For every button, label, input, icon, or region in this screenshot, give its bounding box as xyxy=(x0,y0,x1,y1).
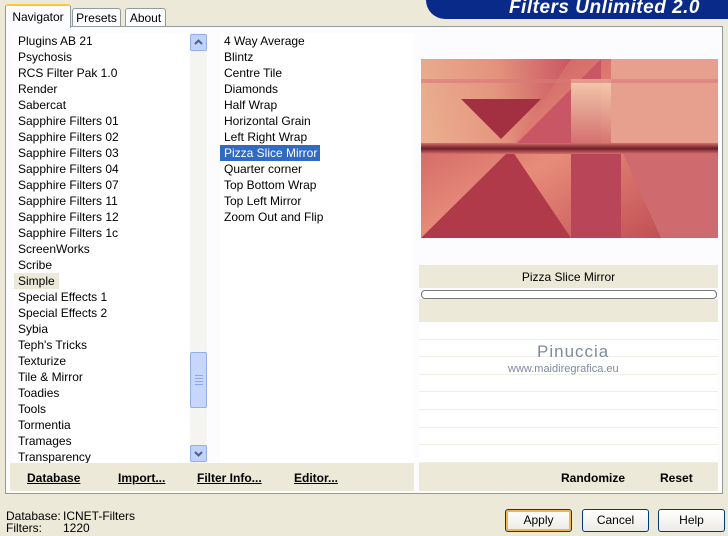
tab-presets[interactable]: Presets xyxy=(72,8,121,27)
category-item[interactable]: Scribe xyxy=(14,257,190,273)
scroll-up-button[interactable] xyxy=(190,34,207,51)
chevron-down-icon xyxy=(194,451,203,457)
category-item[interactable]: Sapphire Filters 11 xyxy=(14,193,190,209)
category-item[interactable]: RCS Filter Pak 1.0 xyxy=(14,65,190,81)
editor-button[interactable]: Editor... xyxy=(294,471,338,485)
filters-label: Filters: xyxy=(6,521,42,535)
category-item[interactable]: Teph's Tricks xyxy=(14,337,190,353)
category-item[interactable]: Toadies xyxy=(14,385,190,401)
progress-bar xyxy=(421,290,717,299)
category-item[interactable]: Special Effects 1 xyxy=(14,289,190,305)
tab-about[interactable]: About xyxy=(125,8,166,27)
category-item[interactable]: Sapphire Filters 04 xyxy=(14,161,190,177)
chevron-up-icon xyxy=(194,39,203,45)
tab-navigator[interactable]: Navigator xyxy=(5,4,71,28)
filter-item[interactable]: Top Left Mirror xyxy=(220,193,414,209)
category-item[interactable]: Sapphire Filters 01 xyxy=(14,113,190,129)
category-item[interactable]: Special Effects 2 xyxy=(14,305,190,321)
category-item[interactable]: Texturize xyxy=(14,353,190,369)
category-item[interactable]: Sapphire Filters 02 xyxy=(14,129,190,145)
category-item[interactable]: Plugins AB 21 xyxy=(14,33,190,49)
category-item[interactable]: Sapphire Filters 07 xyxy=(14,177,190,193)
import-button[interactable]: Import... xyxy=(118,471,165,485)
preview-filter-name: Pizza Slice Mirror xyxy=(521,270,616,284)
cancel-button[interactable]: Cancel xyxy=(582,509,649,532)
category-item[interactable]: Sapphire Filters 1c xyxy=(14,225,190,241)
database-button[interactable]: Database xyxy=(27,471,80,485)
category-item[interactable]: Tormentia xyxy=(14,417,190,433)
category-item[interactable]: Render xyxy=(14,81,190,97)
filter-info-button[interactable]: Filter Info... xyxy=(197,471,262,485)
category-item[interactable]: Sybia xyxy=(14,321,190,337)
watermark-name: Pinuccia xyxy=(537,342,610,361)
filter-item[interactable]: Centre Tile xyxy=(220,65,414,81)
category-item[interactable]: Transparency xyxy=(14,449,190,463)
category-list[interactable]: Plugins AB 21 Psychosis RCS Filter Pak 1.0… xyxy=(14,33,190,463)
scroll-thumb[interactable] xyxy=(190,352,207,408)
filter-item[interactable]: Half Wrap xyxy=(220,97,414,113)
help-button[interactable]: Help xyxy=(658,509,725,532)
parameter-header-bar xyxy=(419,299,718,322)
category-item[interactable]: Sapphire Filters 03 xyxy=(14,145,190,161)
filter-item[interactable]: Pizza Slice Mirror xyxy=(220,145,321,161)
filter-item[interactable]: Quarter corner xyxy=(220,161,414,177)
apply-button[interactable]: Apply xyxy=(505,509,572,532)
filter-item[interactable]: Left Right Wrap xyxy=(220,129,414,145)
filter-item[interactable]: 4 Way Average xyxy=(220,33,414,49)
randomize-button[interactable]: Randomize xyxy=(561,471,625,485)
filters-count: 1220 xyxy=(63,521,90,535)
preview-image xyxy=(421,59,718,238)
category-item[interactable]: Tile & Mirror xyxy=(14,369,190,385)
watermark-site: www.maidiregrafica.eu xyxy=(508,363,619,375)
category-item[interactable]: Sapphire Filters 12 xyxy=(14,209,190,225)
filter-list[interactable]: 4 Way Average Blintz Centre Tile Diamonds Ha… xyxy=(220,33,414,463)
filter-item[interactable]: Diamonds xyxy=(220,81,414,97)
category-item[interactable]: Tools xyxy=(14,401,190,417)
filter-item[interactable]: Horizontal Grain xyxy=(220,113,414,129)
filter-item[interactable]: Zoom Out and Flip xyxy=(220,209,414,225)
reset-button[interactable]: Reset xyxy=(660,471,693,485)
category-item[interactable]: ScreenWorks xyxy=(14,241,190,257)
category-item[interactable]: Simple xyxy=(14,273,59,289)
category-item[interactable]: Psychosis xyxy=(14,49,190,65)
title-banner: Filters Unlimited 2.0 xyxy=(426,0,728,19)
app-title: Filters Unlimited 2.0 xyxy=(508,0,700,18)
category-item[interactable]: Sabercat xyxy=(14,97,190,113)
filter-item[interactable]: Blintz xyxy=(220,49,414,65)
category-scrollbar[interactable] xyxy=(190,33,207,463)
category-item[interactable]: Tramages xyxy=(14,433,190,449)
filter-item[interactable]: Top Bottom Wrap xyxy=(220,177,414,193)
scroll-down-button[interactable] xyxy=(190,445,207,462)
